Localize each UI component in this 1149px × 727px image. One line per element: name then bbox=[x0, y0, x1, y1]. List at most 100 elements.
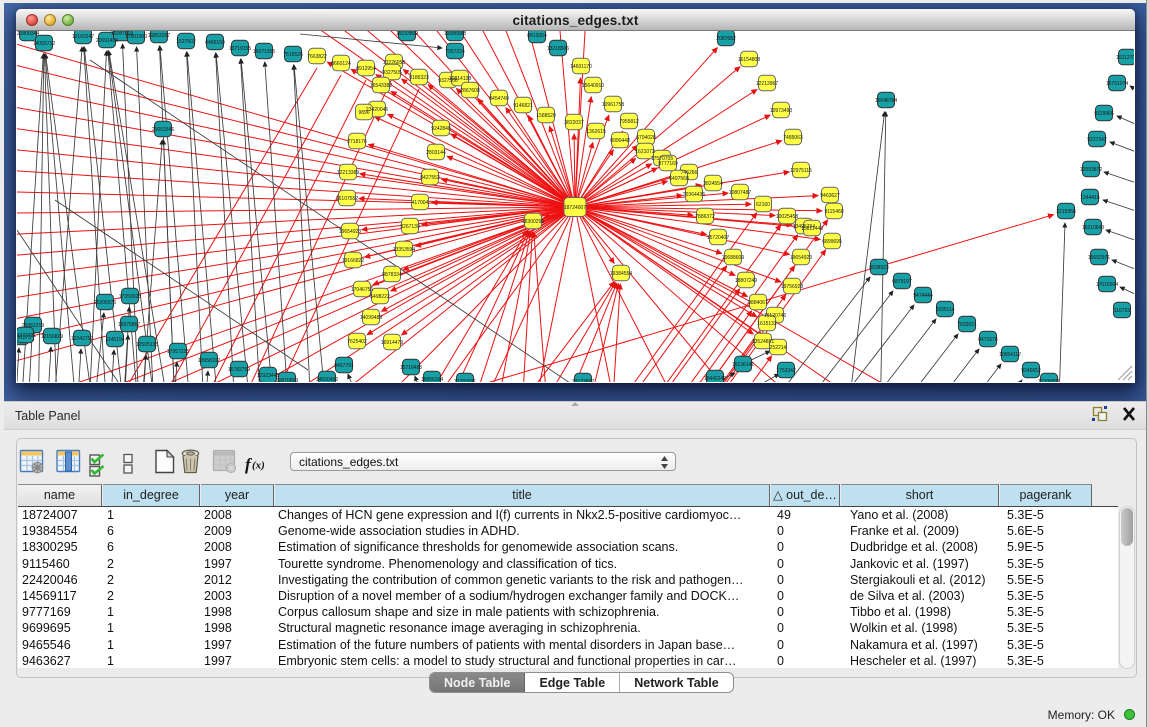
svg-text:14099489: 14099489 bbox=[360, 315, 382, 321]
svg-text:12156829: 12156829 bbox=[41, 334, 63, 340]
svg-text:21800344: 21800344 bbox=[17, 31, 39, 37]
svg-text:15811443: 15811443 bbox=[801, 226, 823, 232]
svg-text:13218506: 13218506 bbox=[547, 46, 569, 52]
svg-text:20364436: 20364436 bbox=[683, 192, 705, 198]
svg-text:18300295: 18300295 bbox=[522, 219, 544, 225]
svg-text:3824554: 3824554 bbox=[703, 181, 723, 187]
svg-text:9474444: 9474444 bbox=[913, 293, 933, 299]
svg-text:7663822: 7663822 bbox=[307, 54, 327, 60]
svg-text:19856394: 19856394 bbox=[421, 377, 443, 382]
svg-text:1145194: 1145194 bbox=[105, 337, 124, 343]
svg-text:16648784: 16648784 bbox=[875, 98, 897, 104]
svg-text:9227342: 9227342 bbox=[1087, 137, 1107, 143]
svg-text:19384554: 19384554 bbox=[610, 271, 632, 277]
svg-text:10958107: 10958107 bbox=[198, 358, 220, 364]
svg-text:16154808: 16154808 bbox=[738, 57, 760, 63]
svg-text:9327505: 9327505 bbox=[382, 70, 402, 76]
svg-text:12342757: 12342757 bbox=[71, 336, 93, 342]
svg-text:(x): (x) bbox=[252, 460, 265, 472]
svg-text:7625402: 7625402 bbox=[347, 339, 367, 345]
svg-text:6497568: 6497568 bbox=[669, 176, 689, 182]
svg-text:16136141: 16136141 bbox=[732, 362, 754, 368]
svg-text:1615132: 1615132 bbox=[757, 321, 777, 327]
svg-text:19166822: 19166822 bbox=[342, 258, 364, 264]
svg-text:14691170: 14691170 bbox=[570, 64, 592, 70]
svg-text:19372791: 19372791 bbox=[17, 333, 36, 339]
svg-text:19654923: 19654923 bbox=[339, 229, 361, 235]
svg-text:9245652: 9245652 bbox=[1021, 368, 1041, 374]
svg-text:20206576: 20206576 bbox=[94, 300, 116, 306]
svg-text:16914479: 16914479 bbox=[381, 340, 403, 346]
svg-text:417004: 417004 bbox=[412, 200, 429, 206]
svg-text:7515526: 7515526 bbox=[283, 52, 303, 58]
svg-text:17046756: 17046756 bbox=[351, 287, 373, 293]
svg-text:20870859: 20870859 bbox=[276, 378, 298, 382]
svg-text:1588520: 1588520 bbox=[536, 113, 556, 119]
svg-text:15751074: 15751074 bbox=[1106, 81, 1128, 87]
svg-text:8878334: 8878334 bbox=[382, 272, 402, 278]
svg-text:15716485: 15716485 bbox=[400, 365, 422, 371]
svg-text:10973493: 10973493 bbox=[770, 108, 792, 114]
svg-text:12093872: 12093872 bbox=[1080, 167, 1102, 173]
svg-text:15720407: 15720407 bbox=[707, 235, 729, 241]
svg-text:7886372: 7886372 bbox=[695, 214, 715, 220]
svg-text:9146821: 9146821 bbox=[513, 103, 533, 109]
svg-text:5498222: 5498222 bbox=[370, 294, 390, 300]
svg-text:12213967: 12213967 bbox=[756, 81, 778, 87]
svg-text:1753342: 1753342 bbox=[776, 368, 796, 374]
svg-text:15640910: 15640910 bbox=[582, 83, 604, 89]
svg-text:16033809: 16033809 bbox=[396, 31, 418, 37]
svg-text:13353594: 13353594 bbox=[393, 247, 415, 253]
svg-text:12160247: 12160247 bbox=[72, 34, 94, 40]
svg-text:6794028: 6794028 bbox=[636, 135, 656, 141]
svg-text:15692971: 15692971 bbox=[1088, 255, 1110, 261]
svg-text:7485063: 7485063 bbox=[783, 135, 803, 141]
svg-text:16120746: 16120746 bbox=[764, 313, 786, 319]
svg-text:16671355: 16671355 bbox=[253, 49, 275, 55]
svg-text:17359928: 17359928 bbox=[119, 294, 141, 300]
svg-text:19654923: 19654923 bbox=[790, 255, 812, 261]
svg-text:12975115: 12975115 bbox=[790, 168, 812, 174]
svg-text:7955812: 7955812 bbox=[619, 119, 639, 125]
svg-text:2935114: 2935114 bbox=[935, 307, 954, 313]
svg-text:16107552: 16107552 bbox=[336, 196, 358, 202]
svg-text:9115460: 9115460 bbox=[824, 209, 843, 215]
svg-text:19112702: 19112702 bbox=[1116, 55, 1134, 61]
svg-text:10719155: 10719155 bbox=[229, 46, 251, 52]
svg-text:116753: 116753 bbox=[1114, 308, 1131, 314]
svg-text:18724007: 18724007 bbox=[564, 205, 586, 211]
svg-text:9463627: 9463627 bbox=[820, 193, 840, 199]
svg-text:10814138: 10814138 bbox=[449, 76, 471, 82]
svg-text:17957225: 17957225 bbox=[167, 349, 189, 355]
svg-text:8454749: 8454749 bbox=[489, 96, 509, 102]
svg-text:9457791: 9457791 bbox=[334, 363, 354, 369]
svg-text:10961758: 10961758 bbox=[602, 102, 624, 108]
svg-text:19756928: 19756928 bbox=[781, 284, 803, 290]
svg-text:9242848: 9242848 bbox=[431, 126, 451, 132]
svg-text:2718176: 2718176 bbox=[347, 139, 367, 145]
svg-text:12505135: 12505135 bbox=[136, 342, 158, 348]
svg-text:1527602: 1527602 bbox=[176, 39, 196, 45]
svg-text:6899695: 6899695 bbox=[822, 239, 842, 245]
svg-text:9884067: 9884067 bbox=[748, 300, 768, 306]
svg-text:1621072: 1621072 bbox=[635, 149, 655, 155]
svg-text:10025458: 10025458 bbox=[776, 214, 798, 220]
svg-text:8660124: 8660124 bbox=[331, 61, 351, 67]
svg-text:2087682: 2087682 bbox=[716, 36, 736, 42]
svg-text:6879197: 6879197 bbox=[892, 279, 912, 285]
svg-text:252214: 252214 bbox=[770, 345, 787, 351]
svg-text:10807487: 10807487 bbox=[729, 190, 751, 196]
svg-text:3822037: 3822037 bbox=[564, 120, 584, 126]
svg-text:9329966: 9329966 bbox=[1094, 111, 1114, 117]
svg-text:17801900: 17801900 bbox=[125, 34, 147, 40]
svg-text:7357224: 7357224 bbox=[445, 49, 465, 55]
svg-text:19442242: 19442242 bbox=[704, 376, 726, 382]
svg-text:13226058: 13226058 bbox=[383, 60, 405, 66]
svg-text:10688609: 10688609 bbox=[722, 255, 744, 261]
svg-text:3267130: 3267130 bbox=[400, 224, 420, 230]
svg-text:14650492: 14650492 bbox=[316, 377, 338, 382]
svg-text:8912954: 8912954 bbox=[356, 66, 376, 72]
svg-text:8471676: 8471676 bbox=[978, 337, 998, 343]
svg-text:8938923: 8938923 bbox=[869, 265, 889, 271]
svg-text:18807249: 18807249 bbox=[735, 278, 757, 284]
